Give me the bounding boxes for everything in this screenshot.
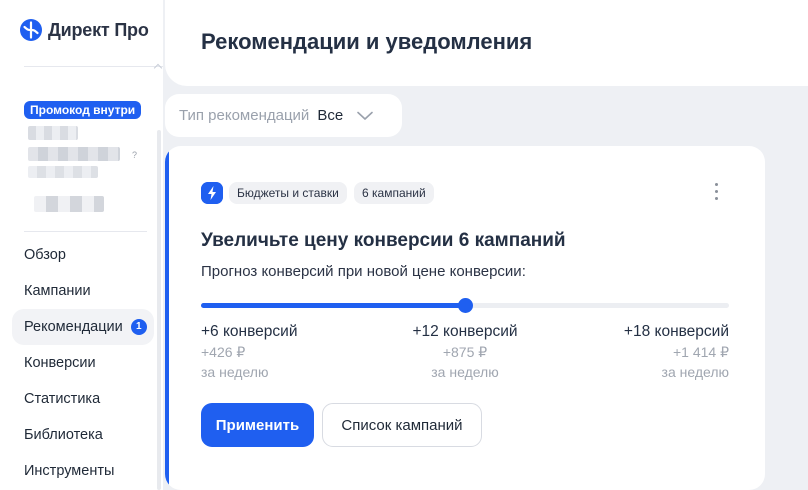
card-subtitle: Прогноз конверсий при новой цене конверс…	[201, 263, 526, 280]
sidebar-scrollbar[interactable]	[157, 130, 161, 490]
conversion-forecast-slider[interactable]	[201, 298, 729, 313]
campaign-list-button[interactable]: Список кампаний	[322, 403, 482, 447]
cost-value: +426 ₽	[201, 344, 246, 360]
help-mark: ?	[132, 150, 138, 160]
chevron-down-icon	[357, 111, 373, 120]
blurred-account-login	[28, 147, 120, 161]
period-label: за неделю	[431, 364, 499, 380]
slider-fill	[201, 303, 465, 308]
logo-text: Директ Про	[48, 19, 149, 40]
slider-handle[interactable]	[458, 298, 473, 313]
recommendation-type-filter[interactable]: Тип рекомендаций Все	[165, 94, 402, 137]
sidebar-item-overview[interactable]: Обзор	[12, 237, 154, 273]
sidebar-item-label: Инструменты	[24, 463, 115, 479]
sidebar-item-statistics[interactable]: Статистика	[12, 381, 154, 417]
blurred-account-balance	[34, 196, 104, 212]
more-options-icon[interactable]	[712, 183, 720, 203]
campaign-count-tag: 6 кампаний	[354, 182, 434, 204]
yandex-logo-icon	[20, 19, 42, 41]
recommendation-card: Бюджеты и ставки 6 кампаний Увеличьте це…	[165, 146, 765, 490]
sidebar-item-label: Рекомендации	[24, 319, 123, 335]
sidebar: Директ Про Промокод внутри ? Обзор Кампа…	[0, 0, 163, 490]
cost-value: +1 414 ₽	[672, 344, 729, 360]
promo-badge[interactable]: Промокод внутри	[24, 101, 142, 119]
sidebar-item-label: Конверсии	[24, 355, 96, 371]
cost-value: +875 ₽	[442, 344, 488, 360]
page-header: Рекомендации и уведомления	[165, 0, 808, 86]
sidebar-item-label: Кампании	[24, 283, 91, 299]
forecast-option[interactable]: +18 конверсий +1 414 ₽ за неделю	[569, 323, 729, 380]
period-label: за неделю	[201, 364, 269, 380]
page-title: Рекомендации и уведомления	[201, 29, 533, 54]
notification-count-badge: 1	[130, 319, 147, 335]
lightning-icon	[201, 182, 223, 204]
sidebar-divider	[24, 231, 147, 232]
sidebar-item-label: Обзор	[24, 247, 66, 263]
blurred-account-name	[28, 126, 78, 140]
card-title: Увеличьте цену конверсии 6 кампаний	[201, 230, 566, 251]
sidebar-item-tools[interactable]: Инструменты	[12, 453, 154, 489]
forecast-option[interactable]: +12 конверсий +875 ₽ за неделю	[385, 323, 545, 380]
sidebar-item-library[interactable]: Библиотека	[12, 417, 154, 453]
sidebar-divider	[24, 66, 163, 67]
conversions-value: +12 конверсий	[412, 323, 518, 340]
category-tag: Бюджеты и ставки	[229, 182, 347, 204]
sidebar-item-campaigns[interactable]: Кампании	[12, 273, 154, 309]
apply-button[interactable]: Применить	[201, 403, 314, 447]
forecast-option[interactable]: +6 конверсий +426 ₽ за неделю	[201, 323, 361, 380]
card-accent-bar	[165, 146, 169, 490]
sidebar-item-label: Статистика	[24, 391, 101, 407]
period-label: за неделю	[661, 364, 729, 380]
sidebar-item-conversions[interactable]: Конверсии	[12, 345, 154, 381]
logo[interactable]: Директ Про	[20, 19, 149, 41]
sidebar-item-recommendations[interactable]: Рекомендации 1	[12, 309, 154, 345]
sidebar-item-label: Библиотека	[24, 427, 103, 443]
conversions-value: +18 конверсий	[623, 323, 729, 340]
blurred-account-detail	[28, 166, 98, 178]
filter-value: Все	[317, 107, 344, 124]
filter-label: Тип рекомендаций	[179, 107, 310, 124]
conversions-value: +6 конверсий	[201, 323, 298, 340]
